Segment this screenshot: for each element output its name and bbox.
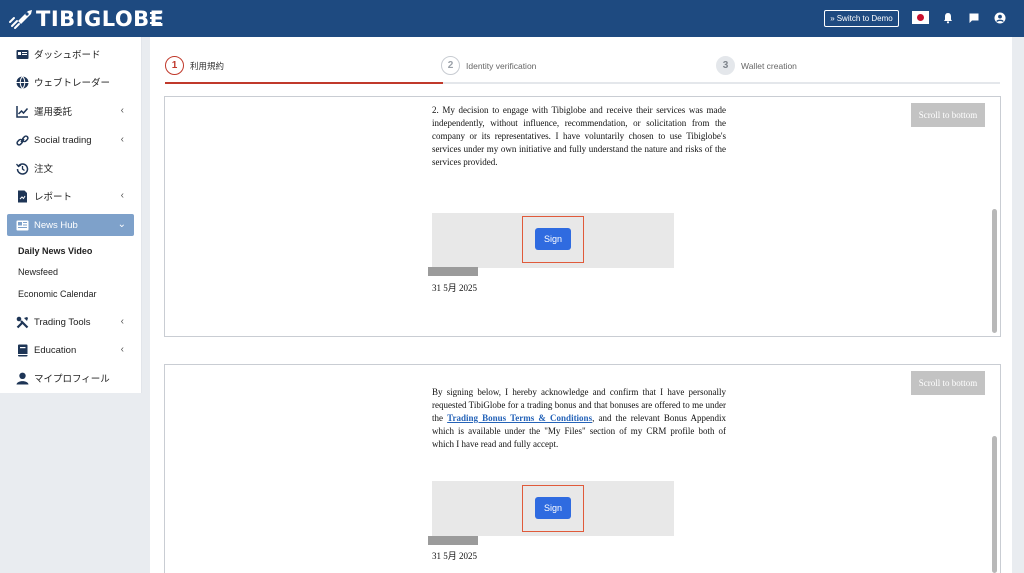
book-icon <box>15 343 29 357</box>
sidebar-subitem-daily-news-video[interactable]: Daily News Video <box>18 246 92 256</box>
japan-flag-icon[interactable] <box>912 11 929 24</box>
scrollbar-thumb[interactable] <box>992 436 997 573</box>
stepper-progress <box>165 82 443 84</box>
chat-icon[interactable] <box>967 11 981 25</box>
logo-text: TIBIGLOBE <box>36 6 165 31</box>
chevron-left-icon: ‹ <box>120 316 124 327</box>
step-label: 利用規約 <box>190 60 225 71</box>
sidebar-item-my-profile[interactable]: マイプロフィール <box>0 367 142 389</box>
sidebar-item-managed-investment[interactable]: 運用委託 ‹ <box>0 100 142 122</box>
sidebar-item-trading-tools[interactable]: Trading Tools ‹ <box>0 311 142 333</box>
scrollbar-thumb[interactable] <box>992 209 997 333</box>
account-icon[interactable] <box>993 11 1007 25</box>
chevron-left-icon: ‹ <box>120 344 124 355</box>
top-bar: TIBIGLOBE » Switch to Demo <box>0 0 1024 37</box>
chevron-left-icon: ‹ <box>120 134 124 145</box>
document-text: 2. My decision to engage with Tibiglobe … <box>432 105 726 167</box>
step-wallet-creation[interactable]: 3 Wallet creation <box>716 56 797 75</box>
sidebar-item-label: Education <box>34 344 77 356</box>
newspaper-icon <box>15 218 29 232</box>
sidebar-item-dashboard[interactable]: ダッシュボード <box>0 43 142 65</box>
signature-placeholder-bar <box>428 536 478 545</box>
logo[interactable]: TIBIGLOBE <box>8 6 165 31</box>
link-icon <box>15 133 29 147</box>
document-text-bonus: By signing below, I hereby acknowledge a… <box>432 386 726 451</box>
sidebar-item-label: ダッシュボード <box>34 50 101 61</box>
switch-to-demo-button[interactable]: » Switch to Demo <box>824 10 899 27</box>
sidebar-item-label: Trading Tools <box>34 316 91 328</box>
sidebar-item-label: レポート <box>34 192 73 203</box>
tools-icon <box>15 315 29 329</box>
step-number: 2 <box>441 56 460 75</box>
sign-button[interactable]: Sign <box>535 228 571 250</box>
scroll-to-bottom-button[interactable]: Scroll to bottom <box>911 103 985 127</box>
sidebar-item-label: Social trading <box>34 134 92 146</box>
step-number: 1 <box>165 56 184 75</box>
sign-button[interactable]: Sign <box>535 497 571 519</box>
sidebar-item-label: News Hub <box>34 219 78 231</box>
step-terms[interactable]: 1 利用規約 <box>165 56 224 75</box>
step-label: Identity verification <box>466 60 537 71</box>
user-icon <box>15 371 29 385</box>
signature-date: 31 5月 2025 <box>432 283 478 293</box>
menu-toggle-icon[interactable] <box>150 9 162 27</box>
sidebar-subitem-economic-calendar[interactable]: Economic Calendar <box>18 289 97 299</box>
step-number: 3 <box>716 56 735 75</box>
trading-bonus-terms-link[interactable]: Trading Bonus Terms & Conditions <box>447 413 592 423</box>
dashboard-icon <box>15 47 29 61</box>
sidebar-item-reports[interactable]: レポート ‹ <box>0 185 142 207</box>
switch-to-demo-label: Switch to Demo <box>836 14 893 23</box>
chevron-down-icon: ⌄ <box>117 219 126 230</box>
sidebar-item-label: 注文 <box>34 164 54 175</box>
double-chevron-icon: » <box>830 14 835 23</box>
signature-date: 31 5月 2025 <box>432 551 478 561</box>
chevron-left-icon: ‹ <box>120 105 124 116</box>
sidebar-item-label: 運用委託 <box>34 107 73 118</box>
signature-placeholder-bar <box>428 267 478 276</box>
rocket-logo-icon <box>9 9 32 29</box>
step-label: Wallet creation <box>741 60 797 71</box>
sidebar-item-orders[interactable]: 注文 <box>0 157 142 179</box>
sidebar-item-web-trader[interactable]: ウェブトレーダー <box>0 71 142 93</box>
scroll-to-bottom-button[interactable]: Scroll to bottom <box>911 371 985 395</box>
sidebar-item-news-hub[interactable]: News Hub ⌄ <box>7 214 134 236</box>
bell-icon[interactable] <box>941 11 955 25</box>
sidebar-subitem-newsfeed[interactable]: Newsfeed <box>18 267 58 277</box>
sidebar-footer-area <box>0 393 142 573</box>
sidebar: ダッシュボード ウェブトレーダー 運用委託 ‹ Social trading ‹… <box>0 37 142 393</box>
chevron-left-icon: ‹ <box>120 190 124 201</box>
report-icon <box>15 189 29 203</box>
history-icon <box>15 161 29 175</box>
sidebar-item-education[interactable]: Education ‹ <box>0 339 142 361</box>
sidebar-item-label: ウェブトレーダー <box>34 78 111 89</box>
sidebar-item-label: マイプロフィール <box>34 374 110 385</box>
sidebar-item-social-trading[interactable]: Social trading ‹ <box>0 129 142 151</box>
chart-line-icon <box>15 104 29 118</box>
step-identity-verification[interactable]: 2 Identity verification <box>441 56 536 75</box>
globe-icon <box>15 75 29 89</box>
